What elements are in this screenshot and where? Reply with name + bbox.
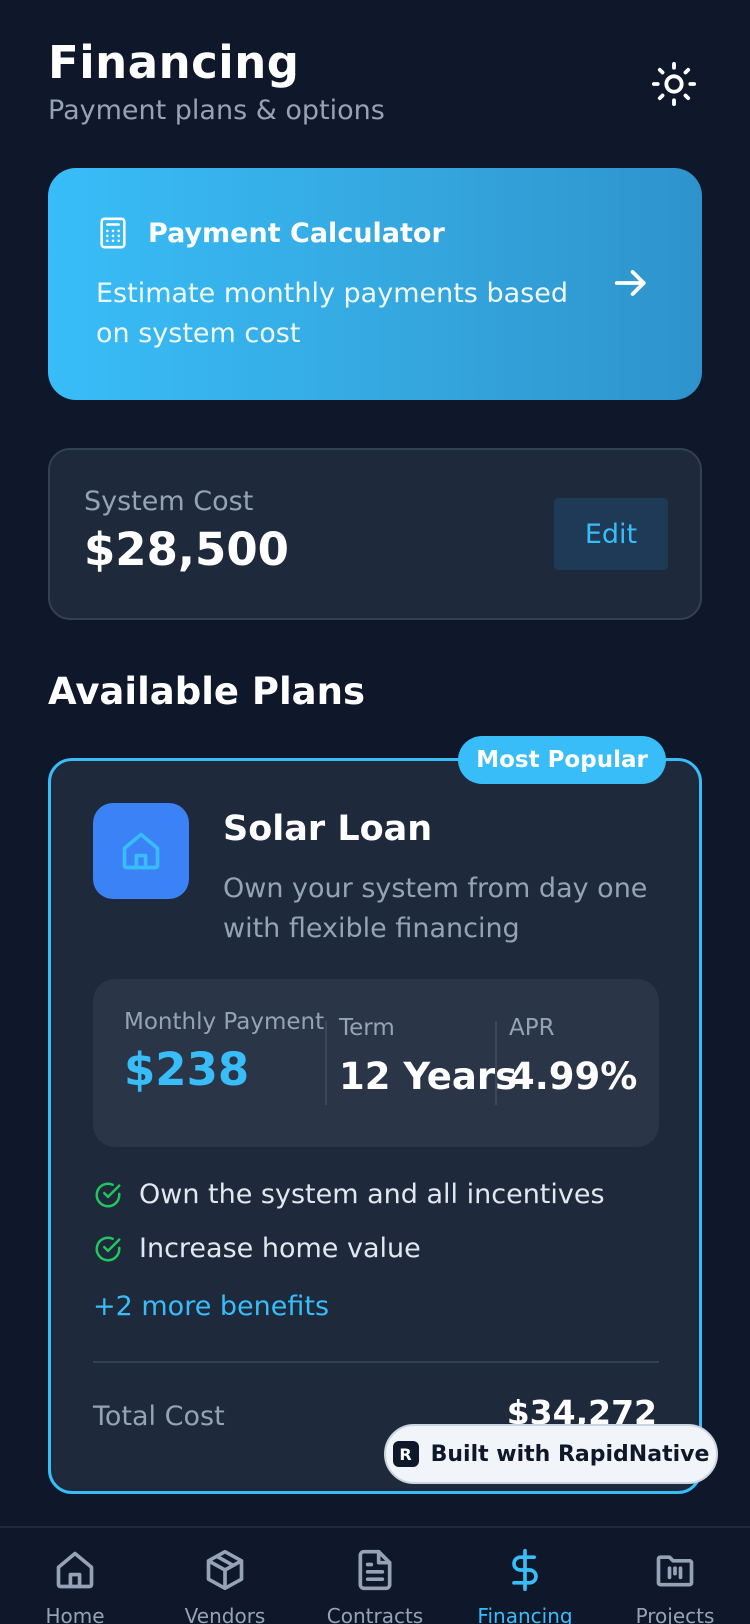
tab-label: Contracts (326, 1604, 424, 1624)
built-with-label: Built with RapidNative (430, 1441, 710, 1467)
tab-vendors[interactable]: Vendors (150, 1546, 300, 1624)
sun-icon (651, 61, 697, 107)
home-icon (56, 1551, 94, 1589)
dollar-icon (512, 1548, 538, 1592)
plan-card-solar-loan[interactable]: Solar Loan Own your system from day one … (48, 758, 702, 1494)
divider (93, 1361, 659, 1363)
metric-term: Term 12 Years (339, 1015, 517, 1098)
metric-label: Monthly Payment (124, 1009, 325, 1035)
more-benefits-link[interactable]: +2 more benefits (93, 1291, 329, 1322)
payment-calculator-card[interactable]: Payment Calculator Estimate monthly paym… (48, 168, 702, 400)
metric-label: Term (339, 1015, 395, 1041)
most-popular-badge: Most Popular (458, 736, 666, 784)
page-title: Financing (48, 36, 300, 89)
arrow-right-icon (614, 270, 646, 296)
document-icon (358, 1549, 392, 1591)
tab-label: Home (45, 1604, 105, 1624)
tab-home[interactable]: Home (0, 1546, 150, 1624)
tab-contracts[interactable]: Contracts (300, 1546, 450, 1624)
tab-projects[interactable]: Projects (600, 1546, 750, 1624)
edit-cost-button[interactable]: Edit (554, 498, 668, 570)
plan-description: Own your system from day one with flexib… (223, 873, 648, 944)
plan-icon-box (93, 803, 189, 899)
check-circle-icon (95, 1236, 121, 1261)
tab-label: Projects (635, 1604, 715, 1624)
total-cost-label: Total Cost (93, 1401, 225, 1432)
bottom-tab-bar: Home Vendors Contracts Financing Project… (0, 1526, 750, 1624)
metric-label: APR (509, 1015, 555, 1041)
metric-value: 12 Years (339, 1055, 518, 1098)
built-with-badge[interactable]: R Built with RapidNative (384, 1424, 718, 1484)
theme-toggle-button[interactable] (646, 56, 702, 112)
metric-value: $238 (124, 1043, 250, 1096)
metric-value: 4.99% (509, 1055, 638, 1098)
header: Financing Payment plans & options (48, 36, 702, 126)
tab-label: Vendors (184, 1604, 266, 1624)
home-icon (122, 832, 160, 870)
page-subtitle: Payment plans & options (48, 95, 385, 126)
system-cost-card: System Cost $28,500 Edit (48, 448, 702, 620)
calculator-icon (100, 217, 126, 249)
calculator-description: Estimate monthly payments based on syste… (96, 278, 568, 349)
benefit-text: Increase home value (139, 1233, 421, 1264)
financing-screen: Financing Payment plans & options Paymen… (0, 0, 750, 1624)
plan-name: Solar Loan (223, 809, 433, 849)
metric-divider (325, 1021, 327, 1105)
tab-financing[interactable]: Financing (450, 1546, 600, 1624)
metric-divider (495, 1021, 497, 1105)
benefit-text: Own the system and all incentives (139, 1179, 605, 1210)
calculator-title: Payment Calculator (148, 217, 445, 249)
metric-monthly-payment: Monthly Payment $238 (124, 1009, 324, 1096)
tab-label: Financing (477, 1604, 573, 1624)
folder-icon (656, 1555, 694, 1587)
package-icon (206, 1549, 244, 1591)
benefit-item: Increase home value (93, 1233, 421, 1264)
plan-metrics: Monthly Payment $238 Term 12 Years APR 4… (93, 979, 659, 1147)
check-circle-icon (95, 1182, 121, 1207)
metric-apr: APR 4.99% (509, 1015, 637, 1098)
calculator-title-row: Payment Calculator (96, 214, 654, 252)
rapidnative-logo-icon: R (392, 1441, 419, 1467)
benefit-item: Own the system and all incentives (93, 1179, 605, 1210)
available-plans-title: Available Plans (48, 670, 366, 713)
